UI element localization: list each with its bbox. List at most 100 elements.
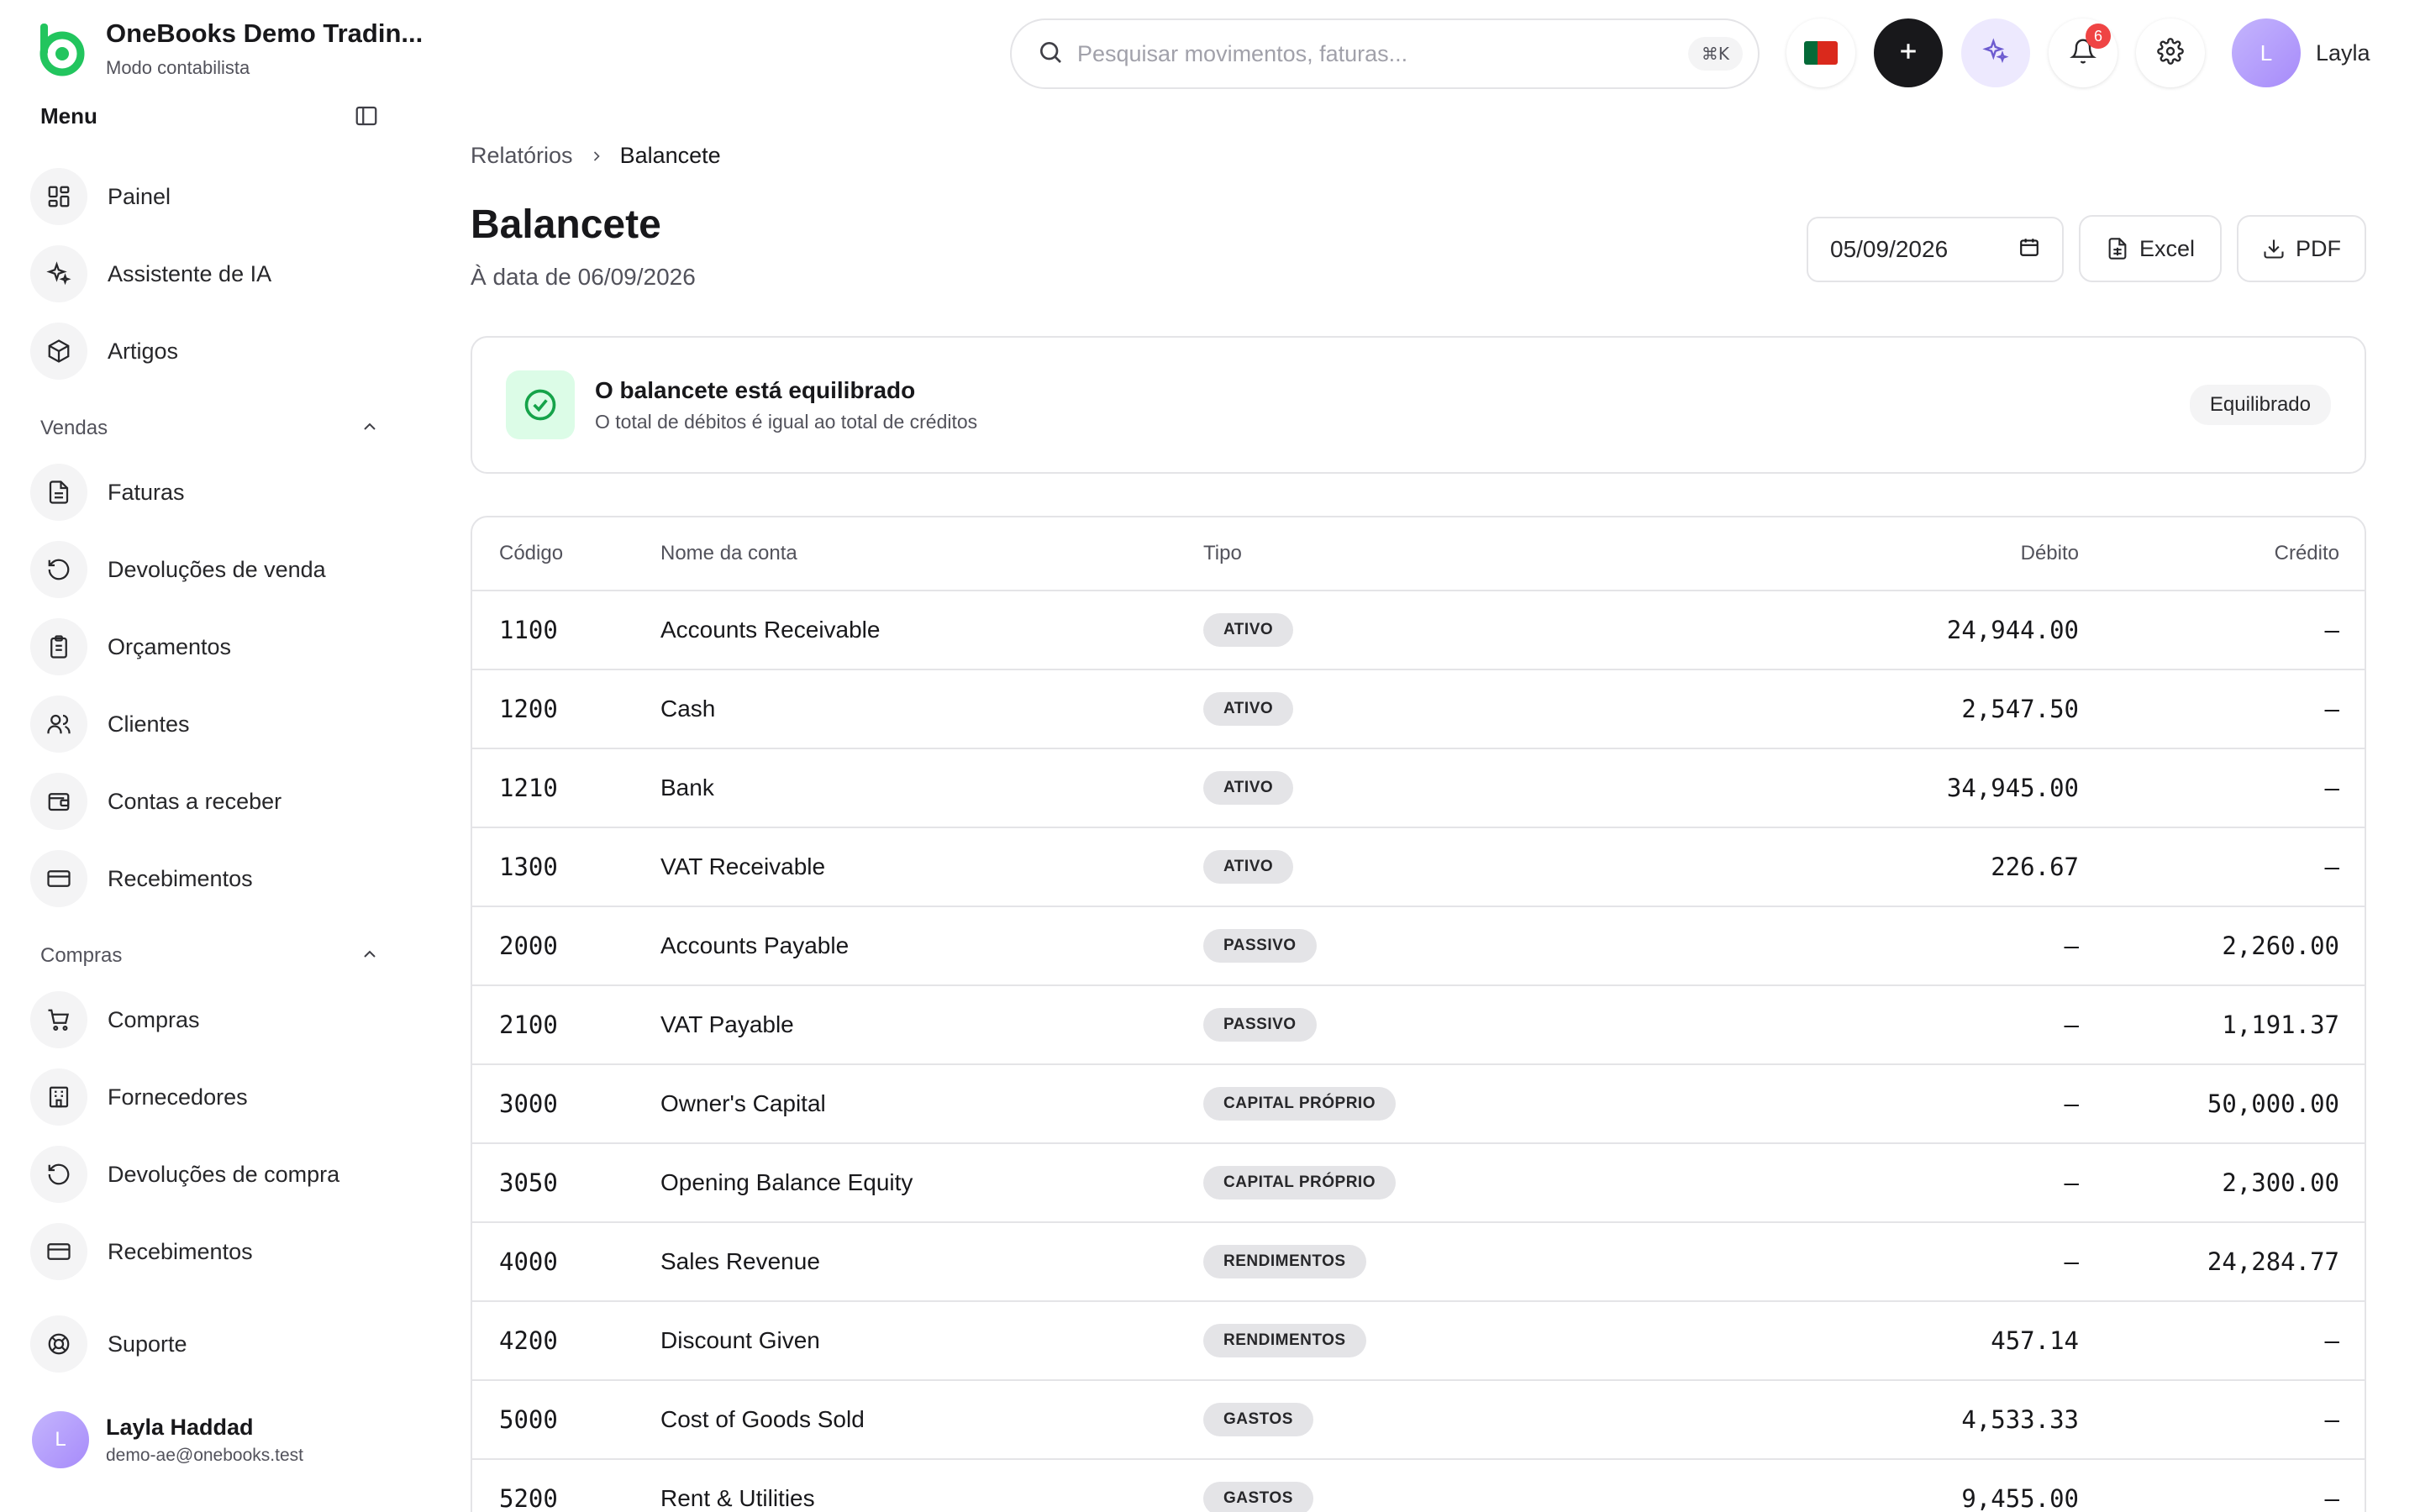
export-pdf-button[interactable]: PDF: [2237, 215, 2366, 282]
cell-type: RENDIMENTOS: [1203, 1245, 1741, 1278]
account-name: Sales Revenue: [660, 1248, 820, 1274]
avatar: L: [2232, 18, 2301, 87]
file-text-icon: [30, 464, 87, 521]
ai-assistant-button[interactable]: [1961, 18, 2030, 87]
sidebar-item-label: Assistente de IA: [108, 260, 272, 286]
sparkles-icon: [30, 245, 87, 302]
clipboard-icon: [30, 618, 87, 675]
rotate-ccw-icon: [30, 541, 87, 598]
sidebar-item-faturas[interactable]: Faturas: [30, 460, 383, 524]
table-row[interactable]: 5000 Cost of Goods Sold GASTOS 4,533.33 –: [472, 1381, 2365, 1460]
check-circle-icon: [506, 370, 575, 439]
brand-subtitle: Modo contabilista: [106, 57, 250, 78]
section-compras[interactable]: Compras: [40, 939, 380, 973]
cell-credit: –: [2324, 695, 2339, 723]
chevron-up-icon: [360, 944, 380, 969]
date-picker[interactable]: 05/09/2026: [1807, 217, 2064, 282]
sidebar-item-label: Suporte: [108, 1331, 187, 1357]
sidebar-item-recebimentos-venda[interactable]: Recebimentos: [30, 847, 383, 911]
table-row[interactable]: 1300 VAT Receivable ATIVO 226.67 –: [472, 828, 2365, 907]
table-row[interactable]: 1100 Accounts Receivable ATIVO 24,944.00 –: [472, 591, 2365, 670]
table-row[interactable]: 2100 VAT Payable PASSIVO – 1,191.37: [472, 986, 2365, 1065]
cell-debit: 9,455.00: [1961, 1484, 2079, 1512]
sidebar-item-suporte[interactable]: Suporte: [30, 1312, 383, 1376]
user-name: Layla Haddad: [106, 1414, 254, 1440]
type-badge: ATIVO: [1203, 692, 1294, 726]
create-button[interactable]: [1874, 18, 1943, 87]
cell-code: 1200: [499, 695, 558, 723]
cell-credit: –: [2324, 1405, 2339, 1434]
plus-icon: [1896, 39, 1921, 68]
sidebar-item-fornecedores[interactable]: Fornecedores: [30, 1065, 383, 1129]
type-badge: RENDIMENTOS: [1203, 1245, 1366, 1278]
sidebar-item-artigos[interactable]: Artigos: [30, 319, 383, 383]
cell-code: 2100: [499, 1011, 558, 1039]
cell-type: PASSIVO: [1203, 929, 1741, 963]
sidebar-item-painel[interactable]: Painel: [30, 165, 383, 228]
sidebar-item-devolucoes-venda[interactable]: Devoluções de venda: [30, 538, 383, 601]
notifications-button[interactable]: 6: [2049, 18, 2118, 87]
account-name: VAT Payable: [660, 1011, 794, 1037]
cell-type: CAPITAL PRÓPRIO: [1203, 1166, 1741, 1200]
sidebar-item-label: Faturas: [108, 479, 185, 505]
search-input[interactable]: [1077, 40, 1688, 67]
cell-name: Owner's Capital: [660, 1090, 1203, 1117]
download-icon: [2264, 239, 2284, 259]
table-row[interactable]: 5200 Rent & Utilities GASTOS 9,455.00 –: [472, 1460, 2365, 1512]
cell-code: 5000: [499, 1405, 558, 1434]
cell-credit: –: [2324, 774, 2339, 802]
sidebar-item-orcamentos[interactable]: Orçamentos: [30, 615, 383, 679]
header-credit[interactable]: Crédito: [2079, 542, 2365, 565]
sidebar-item-clientes[interactable]: Clientes: [30, 692, 383, 756]
settings-button[interactable]: [2136, 18, 2205, 87]
table-row[interactable]: 1200 Cash ATIVO 2,547.50 –: [472, 670, 2365, 749]
balance-status-card: O balancete está equilibrado O total de …: [471, 336, 2366, 474]
cell-code: 4200: [499, 1326, 558, 1355]
life-buoy-icon: [30, 1315, 87, 1373]
language-button[interactable]: [1786, 18, 1855, 87]
menu-header: Menu: [40, 99, 380, 133]
cell-credit: 2,300.00: [2222, 1168, 2339, 1197]
export-excel-button[interactable]: Excel: [2079, 215, 2222, 282]
sidebar-item-label: Contas a receber: [108, 788, 282, 814]
calendar-icon[interactable]: [2018, 236, 2040, 264]
header-debit[interactable]: Débito: [1741, 542, 2079, 565]
sidebar-toggle-icon[interactable]: [353, 102, 380, 129]
page-title: Balancete: [471, 202, 661, 247]
profile-menu[interactable]: L Layla: [2232, 18, 2370, 87]
profile-name: Layla: [2316, 39, 2370, 66]
cell-debit: –: [2064, 1089, 2079, 1118]
cell-credit: 50,000.00: [2207, 1089, 2339, 1118]
account-name: Owner's Capital: [660, 1090, 826, 1116]
cell-debit: 34,945.00: [1946, 774, 2079, 802]
cell-credit: 24,284.77: [2207, 1247, 2339, 1276]
section-vendas[interactable]: Vendas: [40, 412, 380, 445]
header-name[interactable]: Nome da conta: [660, 542, 1203, 565]
table-row[interactable]: 4200 Discount Given RENDIMENTOS 457.14 –: [472, 1302, 2365, 1381]
pdf-label: PDF: [2296, 235, 2341, 261]
cell-code: 3050: [499, 1168, 558, 1197]
sidebar-item-devolucoes-compra[interactable]: Devoluções de compra: [30, 1142, 383, 1206]
brand[interactable]: OneBooks Demo Tradin... Modo contabilist…: [32, 18, 423, 79]
table-row[interactable]: 3050 Opening Balance Equity CAPITAL PRÓPRI…: [472, 1144, 2365, 1223]
sidebar-item-recebimentos-compra[interactable]: Recebimentos: [30, 1220, 383, 1284]
sidebar-item-assistente-ia[interactable]: Assistente de IA: [30, 242, 383, 306]
page-subtitle: À data de 06/09/2026: [471, 264, 696, 290]
table-row[interactable]: 3000 Owner's Capital CAPITAL PRÓPRIO – 50,00…: [472, 1065, 2365, 1144]
cell-name: Rent & Utilities: [660, 1485, 1203, 1512]
table-row[interactable]: 2000 Accounts Payable PASSIVO – 2,260.00: [472, 907, 2365, 986]
sidebar-item-contas-receber[interactable]: Contas a receber: [30, 769, 383, 833]
breadcrumb-parent[interactable]: Relatórios: [471, 143, 573, 169]
header-code[interactable]: Código: [472, 542, 660, 565]
search-bar[interactable]: ⌘K: [1010, 18, 1760, 89]
rotate-ccw-icon: [30, 1146, 87, 1203]
sidebar-item-compras[interactable]: Compras: [30, 988, 383, 1052]
cell-name: Discount Given: [660, 1327, 1203, 1354]
brand-name: OneBooks Demo Tradin...: [106, 18, 424, 48]
sidebar: OneBooks Demo Tradin... Modo contabilist…: [0, 0, 423, 1512]
table-row[interactable]: 4000 Sales Revenue RENDIMENTOS – 24,284.77: [472, 1223, 2365, 1302]
header-type[interactable]: Tipo: [1203, 542, 1741, 565]
cell-code: 2000: [499, 932, 558, 960]
sidebar-user-card[interactable]: L Layla Haddad demo-ae@onebooks.test: [32, 1411, 303, 1468]
table-row[interactable]: 1210 Bank ATIVO 34,945.00 –: [472, 749, 2365, 828]
